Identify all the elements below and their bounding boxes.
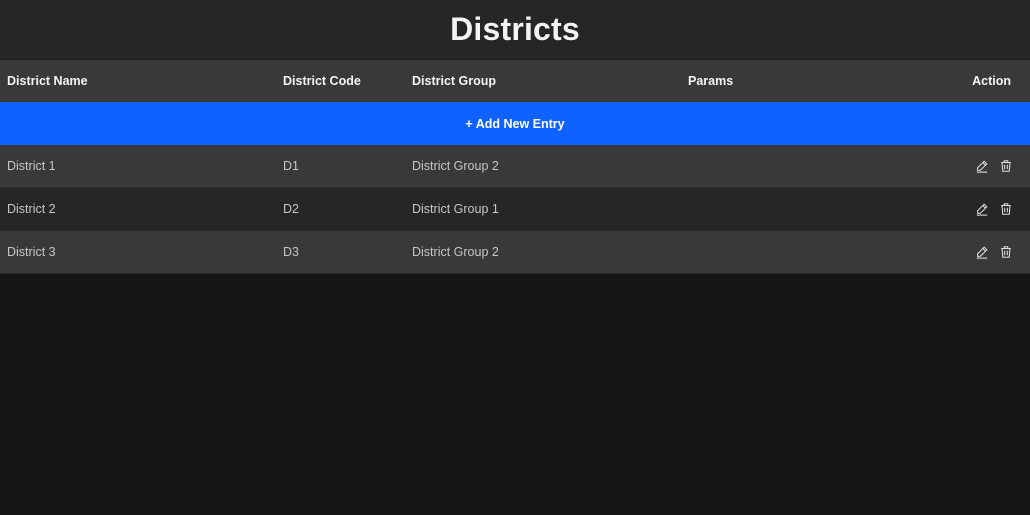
row-actions xyxy=(889,145,1030,187)
cell-district-group: District Group 1 xyxy=(412,202,499,216)
column-header-district-group[interactable]: District Group xyxy=(405,60,681,102)
cell-params xyxy=(681,231,889,273)
cell-district-name: District 2 xyxy=(7,202,56,216)
table-row: District 2 D2 District Group 1 xyxy=(0,188,1030,231)
cell-params xyxy=(681,188,889,230)
table-header: District Name District Code District Gro… xyxy=(0,59,1030,102)
cell-district-name: District 1 xyxy=(7,159,56,173)
trash-icon[interactable] xyxy=(999,159,1013,173)
cell-district-code: D2 xyxy=(283,202,299,216)
cell-district-group: District Group 2 xyxy=(412,245,499,259)
row-actions xyxy=(889,231,1030,273)
column-header-district-code[interactable]: District Code xyxy=(276,60,405,102)
cell-district-code: D1 xyxy=(283,159,299,173)
add-new-entry-button[interactable]: + Add New Entry xyxy=(0,102,1030,145)
page: Districts District Name District Code Di… xyxy=(0,0,1030,515)
cell-district-group: District Group 2 xyxy=(412,159,499,173)
trash-icon[interactable] xyxy=(999,202,1013,216)
row-actions xyxy=(889,188,1030,230)
trash-icon[interactable] xyxy=(999,245,1013,259)
pencil-icon[interactable] xyxy=(975,159,989,173)
page-title: Districts xyxy=(450,11,580,47)
table-row: District 1 D1 District Group 2 xyxy=(0,145,1030,188)
column-header-action: Action xyxy=(972,74,1011,88)
cell-params xyxy=(681,145,889,187)
title-bar: Districts xyxy=(0,0,1030,59)
column-header-district-name[interactable]: District Name xyxy=(0,60,276,102)
column-header-params[interactable]: Params xyxy=(681,60,889,102)
cell-district-code: D3 xyxy=(283,245,299,259)
cell-district-name: District 3 xyxy=(7,245,56,259)
table-row: District 3 D3 District Group 2 xyxy=(0,231,1030,274)
pencil-icon[interactable] xyxy=(975,202,989,216)
pencil-icon[interactable] xyxy=(975,245,989,259)
